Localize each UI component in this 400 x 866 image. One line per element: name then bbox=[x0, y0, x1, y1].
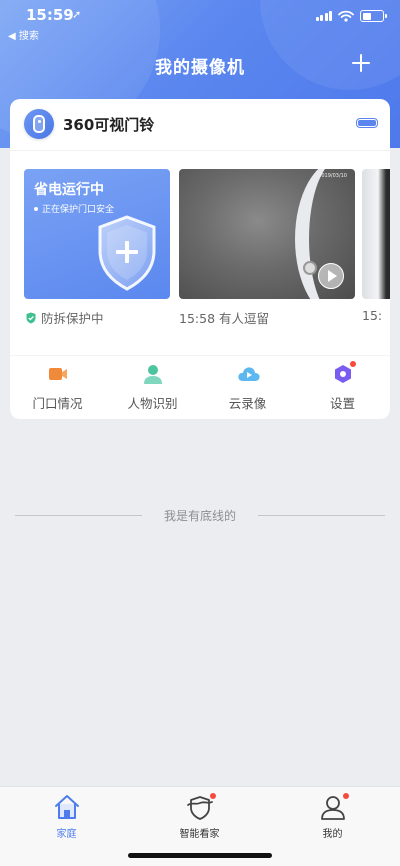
cloud-play-icon bbox=[237, 363, 260, 385]
tab-home[interactable]: 家庭 bbox=[0, 793, 133, 840]
home-icon bbox=[53, 793, 81, 821]
device-name: 360可视门铃 bbox=[63, 115, 155, 134]
camera-icon bbox=[47, 363, 69, 385]
divider bbox=[10, 355, 390, 356]
doorbell-icon bbox=[24, 109, 54, 139]
divider-right bbox=[258, 515, 385, 516]
tamper-protection-caption: 防拆保护中 bbox=[26, 308, 104, 327]
battery-full-icon bbox=[356, 118, 378, 128]
profile-icon bbox=[319, 793, 349, 821]
tamper-protection-text: 防拆保护中 bbox=[41, 311, 104, 326]
recording-thumbnail[interactable]: 2019/03/10 bbox=[179, 169, 355, 299]
location-arrow-icon: ➚ bbox=[72, 8, 82, 21]
power-saving-status-tile[interactable]: 省电运行中 正在保护门口安全 bbox=[24, 169, 170, 299]
recording-caption: 15:58 有人逗留 bbox=[179, 311, 269, 326]
cellular-signal-icon bbox=[315, 11, 332, 21]
feature-label: 人物识别 bbox=[127, 396, 178, 411]
notification-badge bbox=[349, 361, 356, 367]
recording-caption: 15: bbox=[362, 308, 383, 323]
person-icon bbox=[142, 363, 164, 385]
device-header[interactable]: 360可视门铃 bbox=[24, 109, 154, 139]
status-tile-title: 省电运行中 bbox=[34, 182, 104, 198]
add-camera-button[interactable] bbox=[350, 52, 372, 74]
device-card: 360可视门铃 省电运行中 正在保护门口安全 2019/03/10 防拆保护中 … bbox=[10, 99, 390, 419]
feature-settings[interactable]: 设置 bbox=[295, 361, 390, 412]
video-timestamp: 2019/03/10 bbox=[318, 173, 347, 179]
door-knob-shape bbox=[303, 261, 317, 275]
back-to-search-link[interactable]: ◀ 搜索 bbox=[8, 27, 39, 42]
recording-thumbnail[interactable] bbox=[362, 169, 390, 299]
page-title: 我的摄像机 bbox=[155, 58, 245, 78]
shield-check-icon bbox=[26, 312, 36, 323]
tab-label: 智能看家 bbox=[179, 829, 220, 840]
feature-label: 设置 bbox=[329, 396, 355, 411]
feature-label: 门口情况 bbox=[32, 396, 83, 411]
status-time: 15:59 bbox=[26, 6, 74, 24]
settings-hex-icon bbox=[332, 361, 356, 385]
wifi-icon bbox=[338, 10, 354, 22]
shield-plus-icon bbox=[94, 213, 160, 293]
battery-icon bbox=[360, 10, 387, 22]
tab-profile[interactable]: 我的 bbox=[266, 793, 399, 840]
feature-person-recognition[interactable]: 人物识别 bbox=[105, 363, 200, 412]
status-icons bbox=[315, 10, 387, 22]
feature-cloud-recording[interactable]: 云录像 bbox=[200, 363, 295, 412]
tab-label: 家庭 bbox=[56, 829, 77, 840]
divider bbox=[10, 150, 390, 151]
feature-label: 云录像 bbox=[228, 396, 267, 411]
notification-badge bbox=[342, 793, 349, 799]
guard-shield-icon bbox=[186, 793, 216, 821]
tab-label: 我的 bbox=[322, 829, 343, 840]
play-icon[interactable] bbox=[318, 263, 344, 289]
feature-door-status[interactable]: 门口情况 bbox=[10, 363, 105, 412]
notification-badge bbox=[209, 793, 216, 799]
tab-smart-guard[interactable]: 智能看家 bbox=[133, 793, 266, 840]
home-indicator[interactable] bbox=[128, 853, 272, 858]
